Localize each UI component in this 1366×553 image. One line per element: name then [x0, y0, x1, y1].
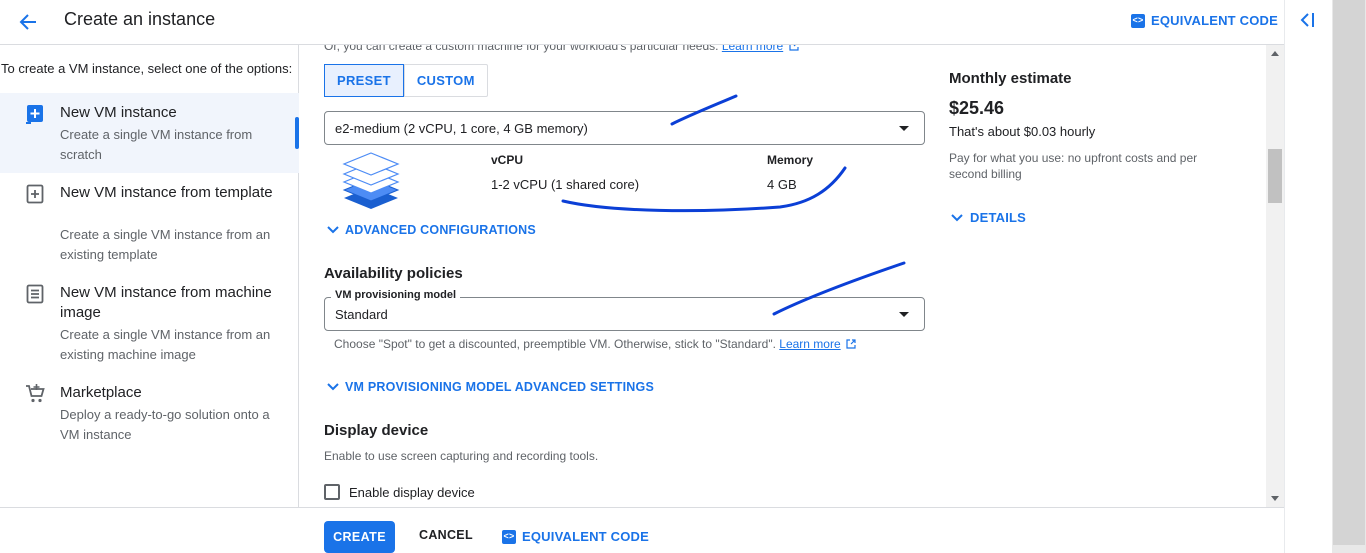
dropdown-caret-icon — [899, 126, 909, 131]
display-device-heading: Display device — [324, 422, 429, 439]
equivalent-code-label: EQUIVALENT CODE — [1151, 13, 1278, 28]
creation-options-panel: To create a VM instance, select one of t… — [0, 45, 299, 507]
plus-box-icon — [26, 105, 43, 124]
dropdown-caret-icon — [899, 312, 909, 317]
top-header: Create an instance <> EQUIVALENT CODE — [0, 0, 1284, 45]
option-title: New VM instance from template — [60, 184, 273, 201]
estimate-hourly: That's about $0.03 hourly — [949, 124, 1096, 139]
custom-machine-note: Or, you can create a custom machine for … — [324, 45, 799, 53]
advanced-configurations-label: ADVANCED CONFIGURATIONS — [345, 223, 536, 237]
page-scrollbar[interactable] — [1332, 0, 1366, 553]
form-scrollbar-thumb[interactable] — [1268, 149, 1282, 203]
learn-more-link-machine[interactable]: Learn more — [722, 45, 783, 53]
monthly-estimate-panel: Monthly estimate $25.46 That's about $0.… — [949, 70, 1249, 225]
provisioning-hint: Choose "Spot" to get a discounted, preem… — [334, 337, 856, 351]
enable-display-device-label: Enable display device — [349, 484, 475, 500]
vcpu-value: 1-2 vCPU (1 shared core) — [491, 177, 640, 192]
advanced-configurations-toggle[interactable]: ADVANCED CONFIGURATIONS — [326, 223, 536, 237]
page-title: Create an instance — [64, 9, 216, 29]
option-from-template[interactable]: New VM instance from template Create a s… — [0, 173, 299, 273]
chevron-down-icon — [951, 213, 963, 221]
provisioning-advanced-label: VM PROVISIONING MODEL ADVANCED SETTINGS — [345, 380, 654, 394]
page-scrollbar-thumb[interactable] — [1333, 0, 1365, 545]
option-new-vm-instance[interactable]: New VM instance Create a single VM insta… — [0, 93, 299, 173]
external-link-icon — [846, 339, 856, 349]
option-title: New VM instance — [60, 104, 177, 121]
vcpu-label: vCPU — [491, 153, 524, 167]
right-rail — [1284, 0, 1332, 553]
create-button[interactable]: CREATE — [324, 521, 395, 553]
provisioning-advanced-toggle[interactable]: VM PROVISIONING MODEL ADVANCED SETTINGS — [326, 380, 654, 394]
option-desc: Deploy a ready-to-go solution onto a VM … — [60, 407, 270, 442]
machine-stack-icon — [342, 152, 400, 209]
provisioning-model-label: VM provisioning model — [331, 289, 461, 301]
form-scrollbar[interactable] — [1266, 45, 1284, 507]
provisioning-model-value: Standard — [335, 307, 388, 322]
arrow-left-icon — [19, 14, 36, 30]
provisioning-model-select[interactable]: VM provisioning model Standard — [324, 289, 925, 331]
collapse-left-icon — [1300, 13, 1314, 27]
option-from-machine-image[interactable]: New VM instance from machine image Creat… — [0, 273, 299, 373]
cancel-button[interactable]: CANCEL — [419, 528, 473, 542]
enable-display-device-row[interactable]: Enable display device — [324, 484, 475, 500]
custom-machine-text: Or, you can create a custom machine for … — [324, 45, 719, 53]
template-plus-icon — [26, 184, 44, 204]
option-desc: Create a single VM instance from scratch — [60, 127, 253, 162]
details-toggle[interactable]: DETAILS — [950, 210, 1026, 225]
details-label: DETAILS — [970, 210, 1027, 225]
equivalent-code-button-bottom[interactable]: <> EQUIVALENT CODE — [502, 529, 649, 544]
scroll-down-icon[interactable] — [1271, 496, 1279, 501]
options-intro: To create a VM instance, select one of t… — [1, 61, 293, 76]
code-icon: <> — [502, 529, 516, 544]
tab-preset[interactable]: PRESET — [324, 64, 404, 97]
memory-value: 4 GB — [767, 177, 797, 192]
equivalent-code-button-top[interactable]: <> EQUIVALENT CODE — [1131, 13, 1278, 28]
option-desc: Create a single VM instance from an exis… — [60, 327, 271, 362]
back-button[interactable] — [14, 8, 42, 36]
cart-icon — [26, 384, 45, 403]
machine-type-select[interactable]: e2-medium (2 vCPU, 1 core, 4 GB memory) — [324, 111, 925, 145]
action-footer: CREATE CANCEL <> EQUIVALENT CODE — [0, 507, 1284, 553]
tab-custom[interactable]: CUSTOM — [403, 65, 487, 96]
estimate-heading: Monthly estimate — [949, 70, 1072, 87]
provisioning-hint-text: Choose "Spot" to get a discounted, preem… — [334, 337, 776, 351]
estimate-price: $25.46 — [949, 98, 1005, 118]
option-title: Marketplace — [60, 384, 142, 401]
scroll-up-icon[interactable] — [1271, 51, 1279, 56]
collapse-panel-button[interactable] — [1299, 10, 1317, 30]
enable-display-device-checkbox[interactable] — [324, 484, 340, 500]
estimate-note: Pay for what you use: no upfront costs a… — [949, 151, 1198, 181]
option-title: New VM instance from machine image — [60, 284, 272, 321]
learn-more-link-provisioning[interactable]: Learn more — [779, 337, 840, 351]
equivalent-code-label: EQUIVALENT CODE — [522, 529, 649, 544]
code-icon: <> — [1131, 13, 1145, 28]
display-device-hint: Enable to use screen capturing and recor… — [324, 449, 599, 463]
machine-type-value: e2-medium (2 vCPU, 1 core, 4 GB memory) — [335, 121, 588, 136]
availability-heading: Availability policies — [324, 265, 463, 282]
option-desc: Create a single VM instance from an exis… — [60, 227, 271, 262]
external-link-icon — [788, 45, 799, 51]
memory-label: Memory — [767, 153, 814, 167]
main-form: Or, you can create a custom machine for … — [300, 45, 1266, 507]
machine-config-toggle: PRESET CUSTOM — [324, 64, 488, 97]
chevron-down-icon — [327, 226, 339, 234]
option-marketplace[interactable]: Marketplace Deploy a ready-to-go solutio… — [0, 373, 299, 453]
machine-image-icon — [26, 284, 44, 304]
chevron-down-icon — [327, 383, 339, 391]
